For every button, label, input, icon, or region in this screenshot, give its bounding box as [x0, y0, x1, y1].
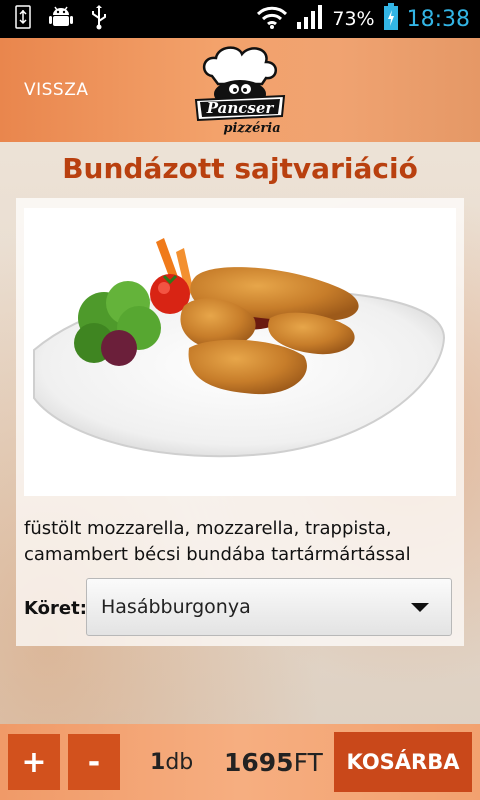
side-dish-label: Köret:	[24, 598, 87, 619]
side-dish-selected: Hasábburgonya	[101, 596, 251, 618]
usb-icon	[90, 4, 108, 34]
signal-icon	[296, 4, 324, 34]
wifi-icon	[256, 5, 288, 33]
battery-charging-icon	[383, 3, 399, 35]
android-icon	[48, 4, 74, 34]
svg-text:Pancser: Pancser	[206, 99, 275, 117]
add-to-cart-button[interactable]: KOSÁRBA	[334, 732, 472, 792]
battery-percent: 73%	[332, 8, 375, 30]
price-display: 1695FT	[224, 748, 323, 777]
status-bar: 73% 18:38	[0, 0, 480, 38]
increase-quantity-button[interactable]: +	[8, 734, 60, 790]
order-bar: + - 1db 1695FT KOSÁRBA	[0, 724, 480, 800]
chevron-down-icon	[411, 603, 429, 612]
pancser-logo: Pancser pizzéria	[190, 44, 290, 138]
clock: 18:38	[406, 6, 470, 32]
side-dish-select[interactable]: Hasábburgonya	[86, 578, 452, 636]
dish-description: füstölt mozzarella, mozzarella, trappist…	[24, 518, 411, 565]
quantity-display: 1db	[150, 750, 193, 775]
product-card: füstölt mozzarella, mozzarella, trappist…	[16, 198, 464, 646]
quantity-unit: db	[165, 750, 194, 775]
usb-debug-icon	[14, 5, 32, 33]
quantity-value: 1	[150, 750, 166, 775]
price-currency: FT	[293, 748, 323, 777]
back-button[interactable]: VISSZA	[20, 78, 93, 106]
svg-text:pizzéria: pizzéria	[223, 121, 280, 136]
decrease-quantity-button[interactable]: -	[68, 734, 120, 790]
price-value: 1695	[224, 748, 294, 777]
app-header: VISSZA Pancser pizzéria	[0, 38, 480, 142]
dish-title: Bundázott sajtvariáció	[62, 152, 418, 185]
dish-photo	[24, 208, 456, 496]
